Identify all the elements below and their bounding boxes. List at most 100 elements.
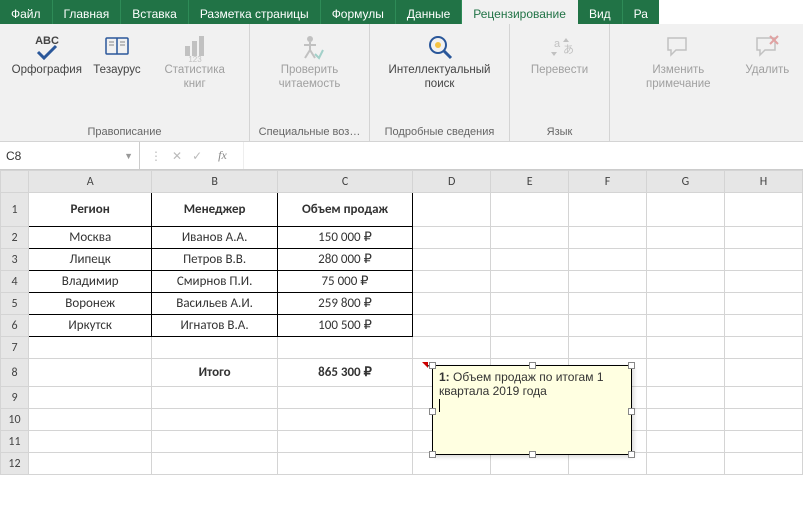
cell[interactable] [491, 337, 569, 359]
cell[interactable] [413, 337, 491, 359]
translate-button[interactable]: aあ Перевести [525, 28, 594, 80]
cell[interactable] [29, 431, 152, 453]
row-header[interactable]: 8 [1, 359, 29, 387]
tab-home[interactable]: Главная [53, 0, 122, 24]
row-header[interactable]: 2 [1, 227, 29, 249]
cell[interactable] [29, 337, 152, 359]
col-header-B[interactable]: B [152, 171, 277, 193]
tab-data[interactable]: Данные [396, 0, 462, 24]
cell[interactable]: 75 000 ₽ [277, 271, 412, 293]
cell[interactable] [413, 453, 491, 475]
cell[interactable] [491, 271, 569, 293]
cell[interactable]: Регион [29, 193, 152, 227]
cell[interactable]: Смирнов П.И. [152, 271, 277, 293]
cell[interactable] [277, 453, 412, 475]
cell[interactable] [724, 227, 802, 249]
cell[interactable] [152, 431, 277, 453]
col-header-F[interactable]: F [569, 171, 647, 193]
formula-cancel-icon[interactable]: ✕ [172, 149, 182, 163]
cell[interactable] [724, 271, 802, 293]
cell[interactable]: 100 500 ₽ [277, 315, 412, 337]
cell[interactable] [646, 227, 724, 249]
col-header-C[interactable]: C [277, 171, 412, 193]
cell[interactable] [491, 193, 569, 227]
dropdown-icon[interactable]: ▼ [124, 151, 133, 161]
cell[interactable]: Воронеж [29, 293, 152, 315]
col-header-A[interactable]: A [29, 171, 152, 193]
col-header-H[interactable]: H [724, 171, 802, 193]
cell[interactable] [569, 293, 647, 315]
row-header[interactable]: 3 [1, 249, 29, 271]
cell[interactable] [277, 387, 412, 409]
cell[interactable] [413, 271, 491, 293]
row-header[interactable]: 11 [1, 431, 29, 453]
cell[interactable] [646, 293, 724, 315]
cell[interactable] [646, 271, 724, 293]
fx-icon[interactable]: fx [212, 148, 233, 163]
spelling-button[interactable]: ABC Орфография [6, 28, 88, 80]
select-all-corner[interactable] [1, 171, 29, 193]
row-header[interactable]: 5 [1, 293, 29, 315]
col-header-G[interactable]: G [646, 171, 724, 193]
row-header[interactable]: 1 [1, 193, 29, 227]
cell[interactable]: Объем продаж [277, 193, 412, 227]
cell[interactable] [413, 227, 491, 249]
cell[interactable]: Игнатов В.А. [152, 315, 277, 337]
smart-lookup-button[interactable]: Интеллектуальный поиск [376, 28, 503, 94]
cell[interactable] [277, 409, 412, 431]
cell[interactable]: Васильев А.И. [152, 293, 277, 315]
cell[interactable] [724, 409, 802, 431]
col-header-E[interactable]: E [491, 171, 569, 193]
cell[interactable] [646, 387, 724, 409]
cell[interactable]: 150 000 ₽ [277, 227, 412, 249]
cell[interactable]: Иркутск [29, 315, 152, 337]
comment-box[interactable]: 1: Объем продаж по итогам 1 квартала 201… [432, 365, 632, 455]
cell[interactable] [29, 453, 152, 475]
cell[interactable] [413, 315, 491, 337]
tab-page-layout[interactable]: Разметка страницы [189, 0, 321, 24]
formula-input[interactable] [244, 142, 803, 169]
formula-fill-icon[interactable]: ⋮ [150, 149, 162, 163]
cell[interactable] [724, 315, 802, 337]
cell[interactable] [152, 387, 277, 409]
cell[interactable] [646, 453, 724, 475]
row-header[interactable]: 9 [1, 387, 29, 409]
cell[interactable] [724, 359, 802, 387]
worksheet[interactable]: A B C D E F G H 1 Регион Менеджер Объем … [0, 170, 803, 475]
cell[interactable] [413, 249, 491, 271]
cell[interactable] [569, 337, 647, 359]
cell[interactable] [569, 193, 647, 227]
row-header[interactable]: 4 [1, 271, 29, 293]
tab-file[interactable]: Файл [0, 0, 53, 24]
row-header[interactable]: 6 [1, 315, 29, 337]
thesaurus-button[interactable]: Тезаурус [88, 28, 147, 80]
cell[interactable] [646, 249, 724, 271]
cell[interactable] [724, 193, 802, 227]
cell[interactable] [277, 431, 412, 453]
cell[interactable] [724, 249, 802, 271]
cell[interactable] [569, 315, 647, 337]
cell[interactable] [646, 431, 724, 453]
cell[interactable] [569, 249, 647, 271]
cell[interactable] [646, 315, 724, 337]
cell[interactable] [724, 337, 802, 359]
cell[interactable] [569, 271, 647, 293]
tab-view[interactable]: Вид [578, 0, 623, 24]
cell[interactable] [724, 453, 802, 475]
cell[interactable] [491, 315, 569, 337]
cell[interactable] [413, 193, 491, 227]
row-header[interactable]: 12 [1, 453, 29, 475]
cell[interactable] [29, 409, 152, 431]
row-header[interactable]: 10 [1, 409, 29, 431]
cell[interactable] [152, 337, 277, 359]
cell[interactable] [413, 293, 491, 315]
cell[interactable]: Итого [152, 359, 277, 387]
cell[interactable]: Липецк [29, 249, 152, 271]
cell-selected[interactable]: 865 300 ₽ [277, 359, 412, 387]
cell[interactable] [646, 193, 724, 227]
name-box[interactable]: C8 ▼ [0, 142, 140, 169]
cell[interactable] [152, 453, 277, 475]
cell[interactable]: Москва [29, 227, 152, 249]
cell[interactable]: Петров В.В. [152, 249, 277, 271]
tab-review[interactable]: Рецензирование [462, 0, 578, 24]
